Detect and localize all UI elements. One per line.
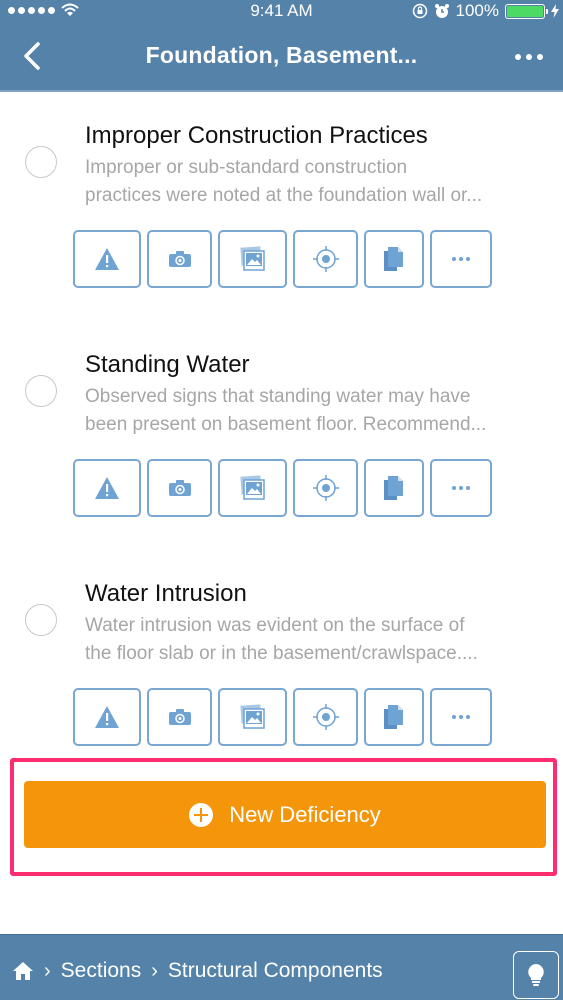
item-description[interactable]: Improper or sub-standard construction pr… bbox=[85, 154, 555, 210]
document-button[interactable] bbox=[364, 459, 424, 517]
page-title: Foundation, Basement... bbox=[145, 42, 418, 68]
warning-icon bbox=[94, 705, 120, 729]
warning-icon bbox=[94, 247, 120, 271]
location-target-button[interactable] bbox=[293, 688, 358, 746]
camera-icon bbox=[168, 479, 192, 497]
breadcrumb: › Sections › Structural Components bbox=[12, 959, 383, 983]
select-radio[interactable] bbox=[25, 375, 57, 407]
document-icon bbox=[383, 475, 405, 501]
lightbulb-icon bbox=[528, 964, 544, 986]
camera-button[interactable] bbox=[147, 688, 212, 746]
location-target-button[interactable] bbox=[293, 459, 358, 517]
chevron-right-icon: › bbox=[151, 959, 158, 982]
document-icon bbox=[383, 246, 405, 272]
location-target-icon bbox=[312, 245, 340, 273]
item-description[interactable]: Water intrusion was evident on the surfa… bbox=[85, 612, 555, 668]
camera-icon bbox=[168, 708, 192, 726]
warning-button[interactable] bbox=[73, 459, 141, 517]
description-line: practices were noted at the foundation w… bbox=[85, 185, 483, 206]
location-target-icon bbox=[312, 703, 340, 731]
warning-button[interactable] bbox=[73, 230, 141, 288]
more-options-button[interactable] bbox=[511, 44, 547, 70]
document-button[interactable] bbox=[364, 688, 424, 746]
photo-gallery-button[interactable] bbox=[218, 459, 287, 517]
photo-gallery-button[interactable] bbox=[218, 230, 287, 288]
select-radio[interactable] bbox=[25, 604, 57, 636]
description-line: been present on basement floor. Recommen… bbox=[85, 414, 487, 435]
photo-gallery-icon bbox=[239, 704, 266, 730]
more-icon bbox=[451, 714, 471, 720]
warning-icon bbox=[94, 476, 120, 500]
status-bar: 9:41 AM 100% bbox=[0, 0, 563, 22]
plus-circle-icon bbox=[189, 802, 214, 827]
camera-icon bbox=[168, 250, 192, 268]
navigation-bar: Foundation, Basement... bbox=[0, 22, 563, 92]
description-line: the floor slab or in the basement/crawls… bbox=[85, 643, 478, 664]
chevron-right-icon: › bbox=[44, 959, 51, 982]
photo-gallery-button[interactable] bbox=[218, 688, 287, 746]
camera-button[interactable] bbox=[147, 230, 212, 288]
ellipsis-icon bbox=[515, 54, 521, 60]
select-radio[interactable] bbox=[25, 146, 57, 178]
more-icon bbox=[451, 485, 471, 491]
photo-gallery-icon bbox=[239, 475, 266, 501]
battery-icon bbox=[505, 3, 548, 19]
more-icon bbox=[451, 256, 471, 262]
item-actions bbox=[73, 230, 492, 288]
camera-button[interactable] bbox=[147, 459, 212, 517]
more-button[interactable] bbox=[430, 688, 492, 746]
item-title[interactable]: Standing Water bbox=[85, 351, 250, 379]
breadcrumb-sections[interactable]: Sections bbox=[61, 959, 142, 983]
new-deficiency-label: New Deficiency bbox=[229, 801, 381, 827]
tips-button[interactable] bbox=[513, 951, 559, 999]
document-icon bbox=[383, 704, 405, 730]
more-button[interactable] bbox=[430, 459, 492, 517]
description-line: Improper or sub-standard construction bbox=[85, 157, 408, 178]
alarm-icon bbox=[434, 4, 449, 18]
breadcrumb-structural-components[interactable]: Structural Components bbox=[168, 959, 383, 983]
item-actions bbox=[73, 459, 492, 517]
charging-icon bbox=[551, 4, 559, 18]
description-line: Observed signs that standing water may h… bbox=[85, 386, 471, 407]
battery-percent: 100% bbox=[455, 1, 499, 20]
description-line: Water intrusion was evident on the surfa… bbox=[85, 615, 465, 636]
orientation-lock-icon bbox=[412, 3, 427, 19]
warning-button[interactable] bbox=[73, 688, 141, 746]
more-button[interactable] bbox=[430, 230, 492, 288]
item-description[interactable]: Observed signs that standing water may h… bbox=[85, 383, 555, 439]
document-button[interactable] bbox=[364, 230, 424, 288]
status-right: 100% bbox=[412, 1, 559, 21]
photo-gallery-icon bbox=[239, 246, 266, 272]
bottom-breadcrumb-bar: › Sections › Structural Components bbox=[0, 934, 563, 1000]
location-target-icon bbox=[312, 474, 340, 502]
location-target-button[interactable] bbox=[293, 230, 358, 288]
home-icon[interactable] bbox=[12, 961, 34, 981]
item-actions bbox=[73, 688, 492, 746]
new-deficiency-button[interactable]: New Deficiency bbox=[24, 781, 546, 848]
item-title[interactable]: Improper Construction Practices bbox=[85, 122, 428, 150]
item-title[interactable]: Water Intrusion bbox=[85, 580, 247, 608]
